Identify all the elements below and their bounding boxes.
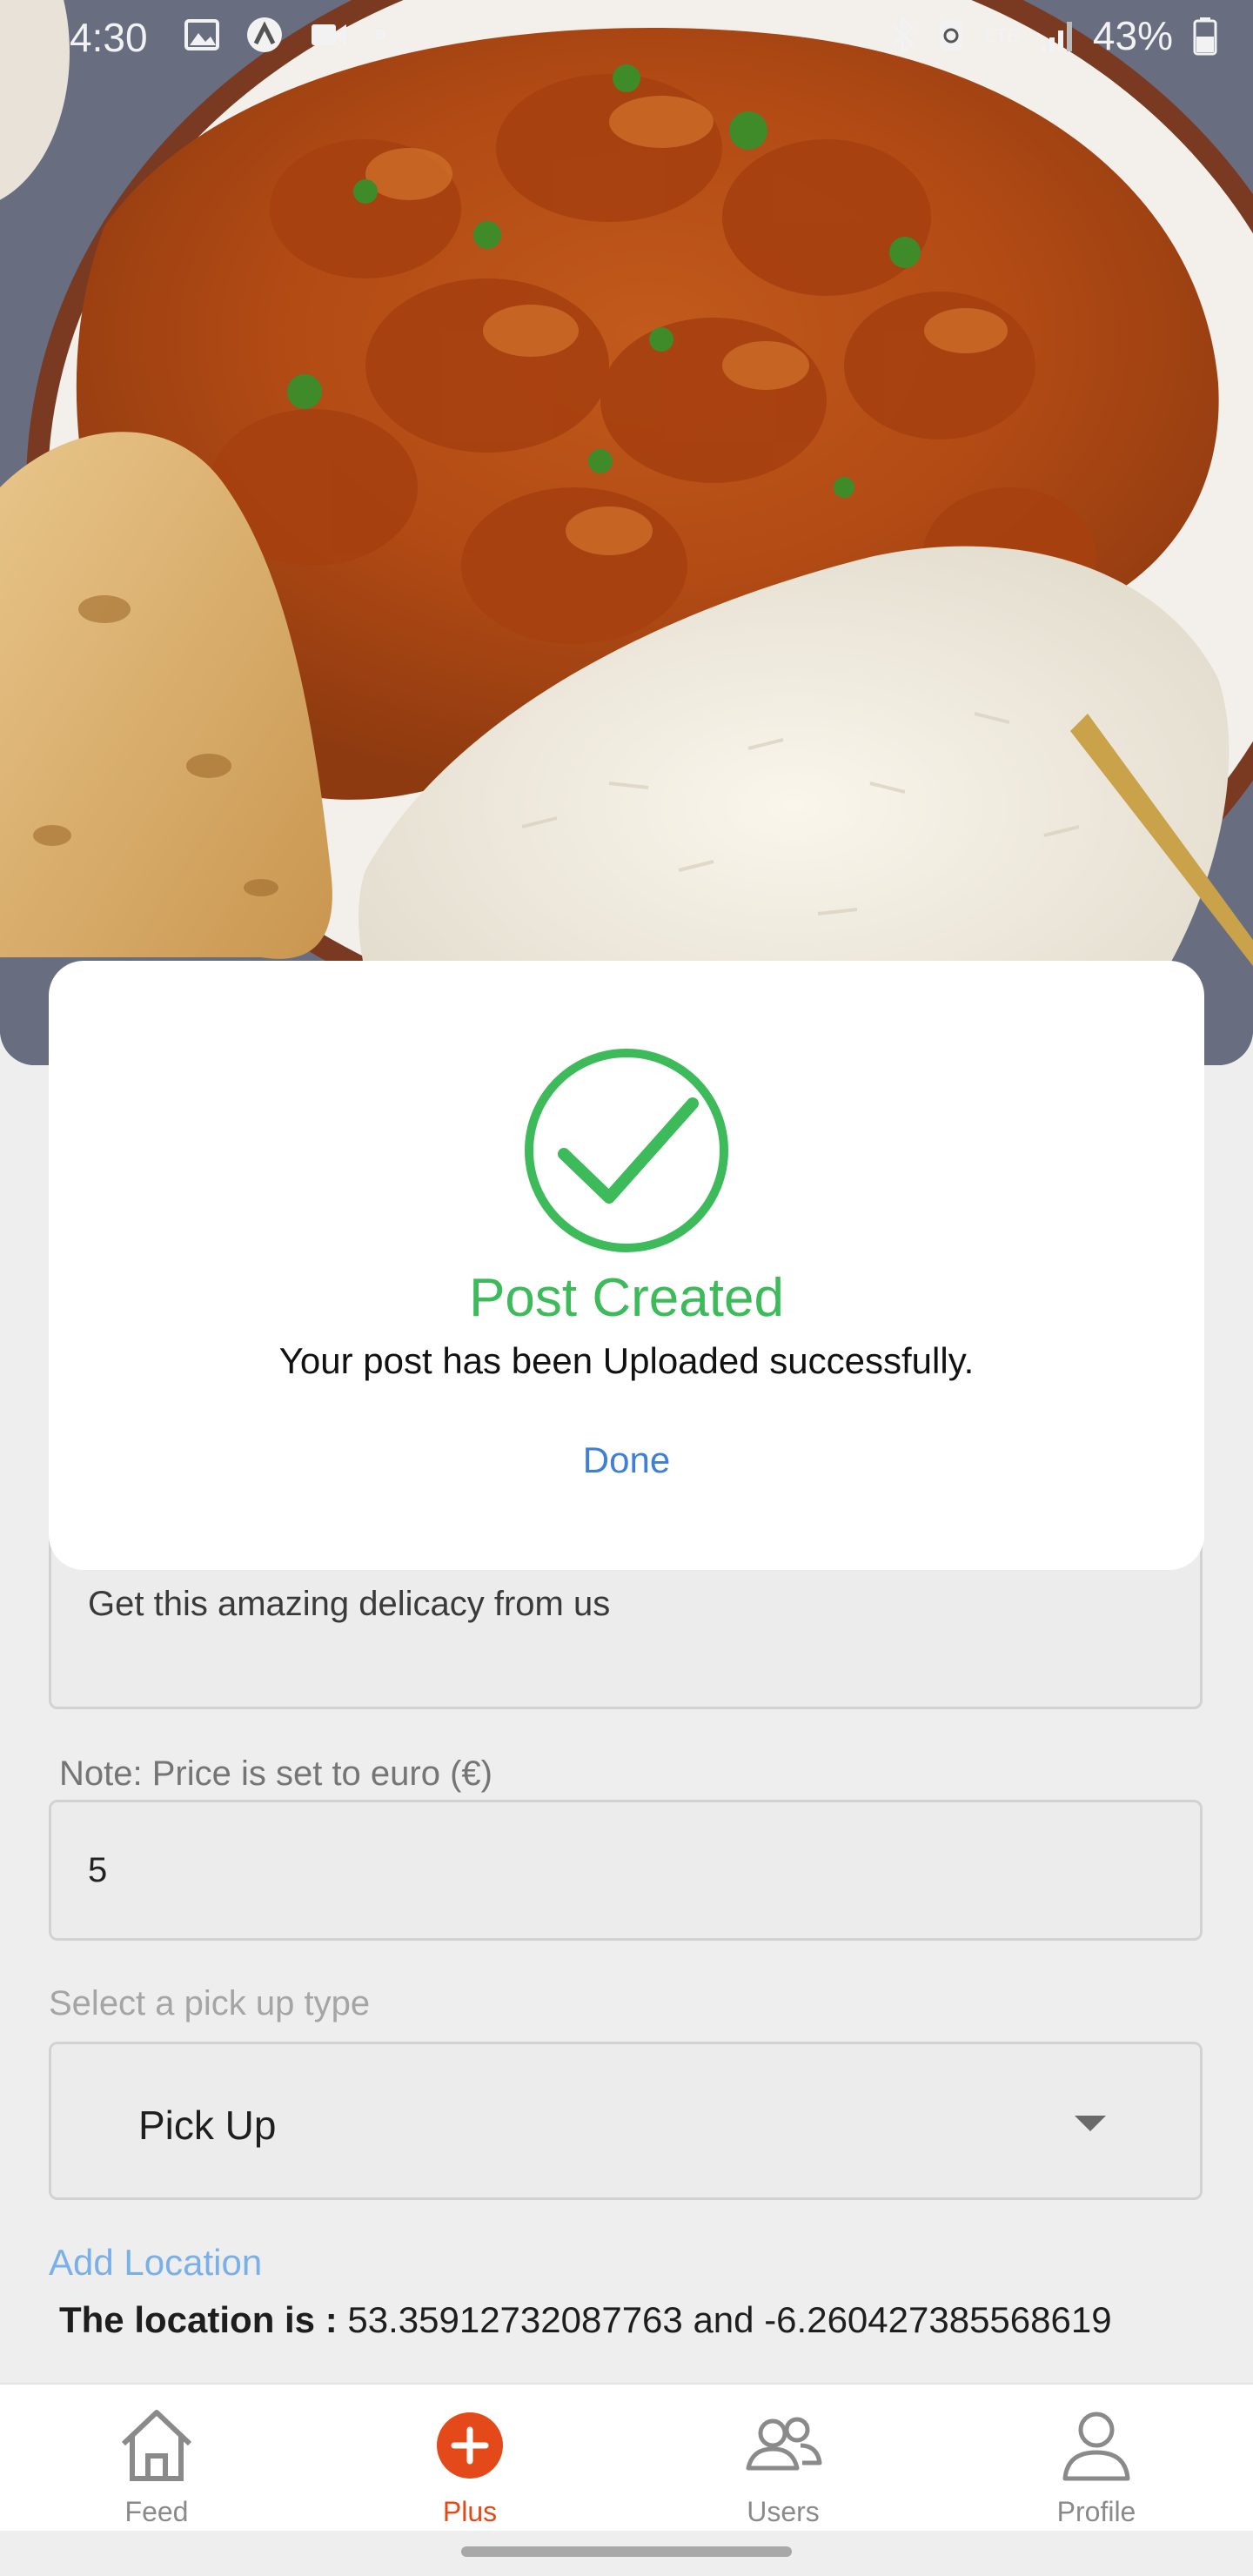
- done-button[interactable]: Done: [49, 1439, 1204, 1481]
- success-dialog: Post Created Your post has been Uploaded…: [49, 961, 1204, 1570]
- users-icon: [746, 2417, 822, 2471]
- post-image: [0, 0, 1253, 1065]
- bottom-navigation: Feed Plus Users Profile: [0, 2383, 1253, 2532]
- nav-label-feed: Feed: [124, 2496, 189, 2527]
- nav-label-plus: Plus: [442, 2496, 498, 2527]
- status-bar: 4:30 LTE 43%: [0, 0, 1253, 73]
- more-notifications-dot-icon: [375, 30, 385, 40]
- video-icon: [312, 24, 346, 45]
- food-photo: [0, 0, 1253, 1065]
- location-prefix: The location is :: [59, 2299, 338, 2340]
- nav-label-profile: Profile: [1056, 2496, 1136, 2527]
- nav-label-users: Users: [747, 2496, 820, 2527]
- chevron-down-icon: [1075, 2116, 1106, 2131]
- dialog-title: Post Created: [469, 1268, 784, 1328]
- status-time: 4:30: [70, 15, 148, 60]
- app-notification-icon: [247, 17, 282, 52]
- nav-item-feed[interactable]: Feed: [0, 2385, 313, 2532]
- home-icon: [121, 2410, 192, 2481]
- nav-item-users[interactable]: Users: [626, 2385, 940, 2532]
- add-location-link[interactable]: Add Location: [49, 2242, 262, 2284]
- home-gesture-bar[interactable]: [461, 2546, 792, 2557]
- bluetooth-icon: [891, 16, 915, 56]
- price-note: Note: Price is set to euro (€): [59, 1754, 492, 1793]
- signal-icon: [1040, 22, 1072, 51]
- pickup-type-select[interactable]: Pick Up: [49, 2042, 1203, 2200]
- battery-percent: 43%: [1092, 13, 1173, 58]
- person-icon: [1062, 2412, 1130, 2481]
- pickup-type-value: Pick Up: [138, 2103, 277, 2148]
- pickup-type-label: Select a pick up type: [49, 1984, 371, 2023]
- location-value: 53.35912732087763 and -6.260427385568619: [347, 2299, 1112, 2340]
- nav-item-profile[interactable]: Profile: [940, 2385, 1253, 2532]
- description-value: Get this amazing delicacy from us: [88, 1585, 611, 1623]
- success-check-icon: [525, 1049, 728, 1252]
- location-display: The location is : 53.35912732087763 and …: [59, 2299, 1112, 2341]
- battery-icon: [1193, 17, 1217, 56]
- dialog-message: Your post has been Uploaded successfully…: [278, 1340, 975, 1381]
- gallery-icon: [184, 19, 219, 50]
- nav-item-plus[interactable]: Plus: [313, 2385, 626, 2532]
- data-saver-icon: [940, 20, 962, 51]
- price-value: 5: [88, 1851, 108, 1889]
- plus-circle-icon: [437, 2412, 503, 2479]
- network-type: LTE: [985, 24, 1020, 46]
- price-field[interactable]: 5: [49, 1800, 1203, 1941]
